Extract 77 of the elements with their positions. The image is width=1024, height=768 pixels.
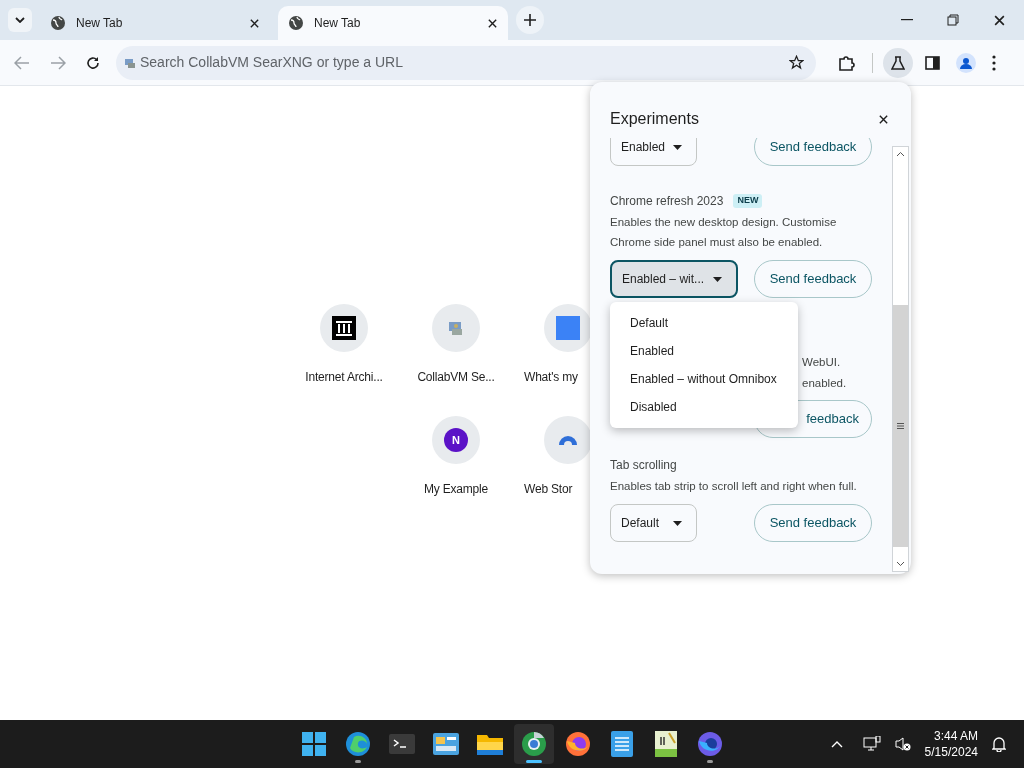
side-panel-icon[interactable] [925,55,940,70]
running-indicator [355,760,361,763]
flag-select[interactable]: Default [610,504,697,542]
plus-icon [524,14,536,26]
restore-icon[interactable] [947,14,959,26]
menu-icon[interactable] [992,54,996,71]
address-bar[interactable]: Search CollabVM SearXNG or type a URL [116,45,816,80]
flag-select[interactable]: Enabled [610,138,697,166]
globe-icon [50,15,66,31]
reload-icon[interactable] [86,55,100,70]
shortcut-tile[interactable]: N [432,416,480,464]
shortcut-tile[interactable] [320,304,368,352]
close-icon[interactable] [249,17,260,29]
store-icon [558,433,578,447]
scrollbar[interactable] [892,146,909,572]
shortcut-label[interactable]: My Example [424,480,488,498]
flask-icon [891,55,905,70]
bell-icon[interactable] [992,736,1006,752]
edge-icon[interactable] [345,731,371,757]
experiment-name: Chrome refresh 2023 [610,193,724,210]
folder-icon[interactable] [477,733,503,755]
experiment-description: Enables tab strip to scroll left and right when full. [610,479,858,494]
shortcut-tile[interactable] [544,416,592,464]
menu-option[interactable]: Enabled – without Omnibox [610,365,798,393]
chrome-icon[interactable] [521,731,547,757]
close-icon[interactable] [993,13,1006,27]
grip-icon [897,423,904,429]
shortcut-label[interactable]: What's my [524,368,578,386]
experiment-description: Enables the new desktop design. Customise Chrome side panel must also be enabled. [610,215,838,250]
caret-icon [713,276,722,282]
shortcut-tile[interactable] [432,304,480,352]
menu-option[interactable]: Enabled [610,337,798,365]
browser-icon[interactable] [697,731,723,757]
new-badge: NEW [733,194,763,208]
chevron-down-icon [15,17,25,23]
experiment-description: WebUI. [802,355,841,370]
firefox-icon[interactable] [565,731,591,757]
browser-tab[interactable]: New Tab [278,6,508,40]
terminal-icon[interactable] [389,734,415,754]
profile-icon[interactable] [956,52,976,73]
letter-avatar: N [444,428,468,452]
experiment-description: enabled. [802,376,847,391]
new-tab-button[interactable] [516,6,544,34]
scroll-thumb[interactable] [893,305,908,547]
scroll-up-icon[interactable] [896,151,905,157]
shortcut-label[interactable]: CollabVM Se... [417,368,495,386]
running-indicator [707,760,713,763]
windows-icon[interactable] [302,732,326,756]
taskbar-app[interactable] [514,724,554,764]
museum-icon [332,316,356,340]
shortcut-label[interactable]: Internet Archi... [305,368,383,386]
network-icon[interactable] [862,736,881,752]
clock[interactable]: 3:44 AM 5/15/2024 [924,728,978,760]
caret-icon [673,520,682,526]
puzzle-icon[interactable] [838,53,856,72]
shortcut-label[interactable]: Web Stor [524,480,573,498]
tab-search-button[interactable] [8,8,32,32]
volume-muted-icon[interactable] [894,736,911,752]
shortcut-tile[interactable] [544,304,592,352]
menu-option[interactable]: Default [610,309,798,337]
chevron-up-icon[interactable] [830,740,843,748]
notepad-plus-icon[interactable] [655,731,677,757]
computer-icon [447,319,465,337]
minimize-icon[interactable] [901,19,913,21]
star-icon[interactable] [789,55,804,70]
scroll-down-icon[interactable] [896,561,905,567]
panel-title: Experiments [610,109,699,129]
running-indicator [526,760,542,763]
close-icon[interactable] [878,113,889,125]
close-icon[interactable] [487,17,498,29]
flag-select[interactable]: Enabled – wit... [610,260,738,298]
browser-tab[interactable]: New Tab [40,6,270,40]
experiment-name: Tab scrolling [610,457,677,474]
labs-button[interactable] [883,47,913,78]
globe-icon [288,15,304,31]
site-icon [124,56,136,69]
caret-icon [673,144,682,150]
